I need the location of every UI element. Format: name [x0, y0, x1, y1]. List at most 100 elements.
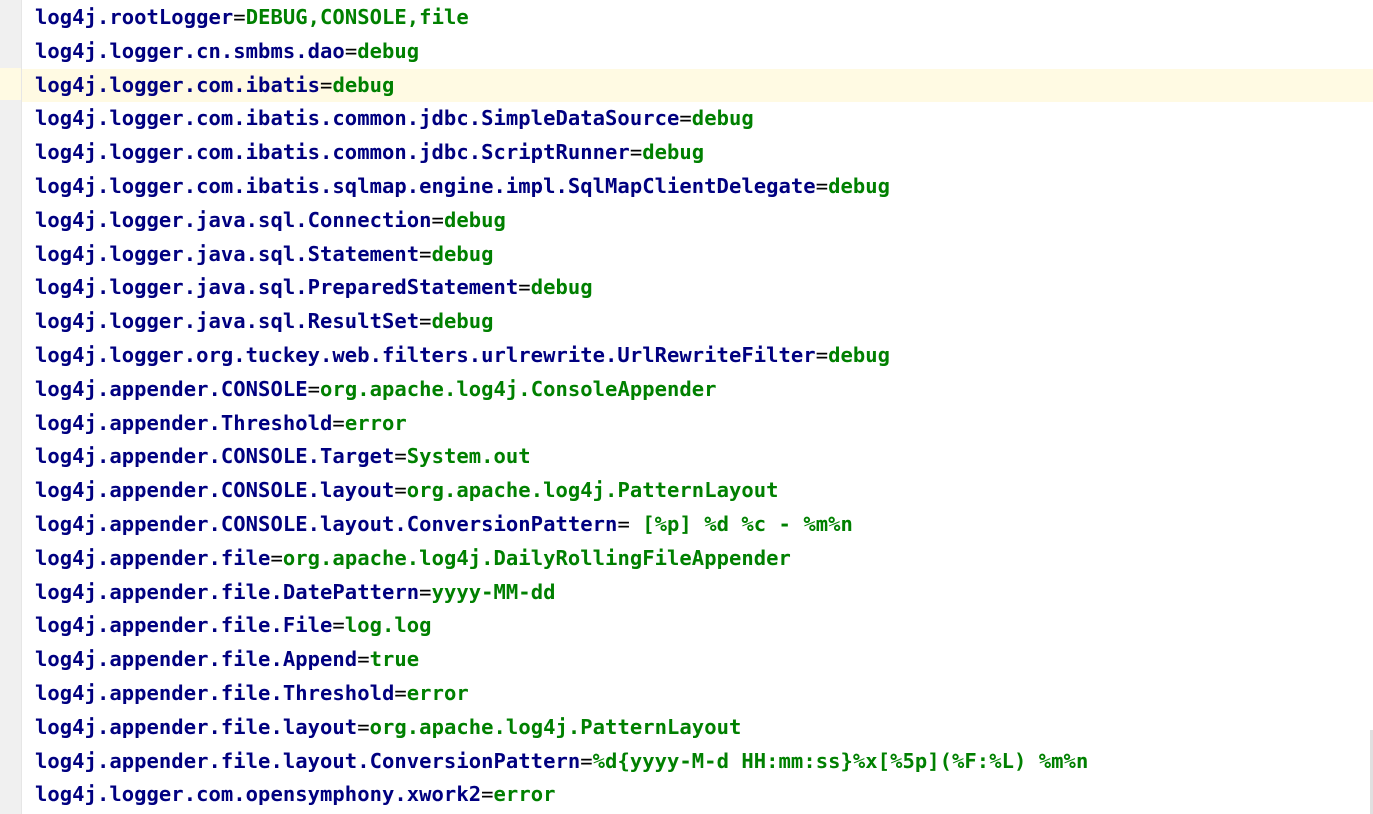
- property-key: log4j.logger.cn.smbms.dao: [35, 38, 345, 63]
- assignment-operator: =: [320, 72, 333, 97]
- assignment-operator: =: [419, 241, 432, 266]
- assignment-operator: =: [815, 173, 829, 198]
- assignment-operator: =: [344, 38, 358, 63]
- assignment-operator: =: [332, 410, 345, 435]
- property-value: debug: [431, 309, 494, 334]
- code-line[interactable]: log4j.logger.com.opensymphony.xwork2=err…: [22, 778, 1373, 812]
- code-line[interactable]: log4j.logger.com.ibatis.common.jdbc.Scri…: [22, 136, 1373, 170]
- code-line[interactable]: log4j.logger.cn.smbms.dao=debug: [22, 35, 1373, 69]
- code-line[interactable]: log4j.appender.file.Append=true: [22, 643, 1373, 677]
- property-value: [%p] %d %c - %m%n: [629, 511, 853, 536]
- assignment-operator: =: [233, 5, 246, 29]
- code-line[interactable]: log4j.rootLogger=DEBUG,CONSOLE,file: [22, 1, 1373, 35]
- code-line[interactable]: log4j.appender.CONSOLE.Target=System.out: [22, 440, 1373, 474]
- property-key: log4j.appender.file.layout.ConversionPat…: [35, 748, 581, 773]
- property-value: org.apache.log4j.DailyRollingFileAppende…: [282, 545, 791, 570]
- assignment-operator: =: [679, 106, 692, 131]
- property-value: debug: [828, 173, 891, 198]
- code-area[interactable]: log4j.rootLogger=DEBUG,CONSOLE,file log4j…: [22, 1, 1373, 812]
- code-line[interactable]: log4j.appender.CONSOLE.layout=org.apache…: [22, 474, 1373, 508]
- code-line[interactable]: log4j.appender.Threshold=error: [22, 407, 1373, 441]
- code-line[interactable]: log4j.appender.file.File=log.log: [22, 609, 1373, 643]
- assignment-operator: =: [357, 714, 370, 739]
- property-key: log4j.logger.org.tuckey.web.filters.urlr…: [35, 342, 816, 367]
- code-editor[interactable]: log4j.rootLogger=DEBUG,CONSOLE,file log4j…: [0, 0, 1373, 814]
- property-value: yyyy-MM-dd: [431, 579, 556, 604]
- property-value: System.out: [406, 444, 531, 469]
- assignment-operator: =: [394, 680, 407, 705]
- property-key: log4j.appender.CONSOLE.Target: [35, 444, 395, 469]
- property-value: debug: [530, 275, 593, 300]
- property-key: log4j.appender.file.layout: [35, 714, 358, 739]
- property-value: org.apache.log4j.PatternLayout: [369, 714, 742, 739]
- property-key: log4j.appender.CONSOLE: [35, 376, 308, 401]
- property-key: log4j.appender.CONSOLE.layout: [35, 478, 395, 503]
- property-value: org.apache.log4j.ConsoleAppender: [320, 376, 717, 401]
- assignment-operator: =: [332, 613, 345, 638]
- code-line[interactable]: log4j.logger.org.tuckey.web.filters.urlr…: [22, 339, 1373, 373]
- editor-gutter[interactable]: [0, 0, 22, 814]
- property-value: log.log: [344, 613, 432, 638]
- property-key: log4j.appender.file.File: [35, 613, 333, 638]
- property-value: error: [406, 680, 469, 705]
- property-key: log4j.logger.com.ibatis.common.jdbc.Scri…: [35, 140, 630, 165]
- assignment-operator: =: [431, 207, 444, 232]
- property-key: log4j.logger.com.ibatis.common.jdbc.Simp…: [35, 106, 680, 131]
- property-key: log4j.appender.file.Append: [35, 647, 358, 672]
- assignment-operator: =: [815, 342, 829, 367]
- code-line[interactable]: log4j.logger.com.ibatis=debug: [22, 68, 1373, 103]
- assignment-operator: =: [481, 782, 494, 807]
- code-line[interactable]: log4j.appender.file.layout.ConversionPat…: [22, 745, 1373, 779]
- code-line[interactable]: log4j.appender.CONSOLE=org.apache.log4j.…: [22, 373, 1373, 407]
- code-line[interactable]: log4j.logger.com.ibatis.sqlmap.engine.im…: [22, 170, 1373, 204]
- assignment-operator: =: [518, 275, 531, 300]
- property-key: log4j.logger.java.sql.Connection: [35, 207, 432, 232]
- property-value: org.apache.log4j.PatternLayout: [406, 478, 779, 503]
- property-value: true: [369, 647, 420, 672]
- assignment-operator: =: [617, 511, 630, 536]
- property-value: debug: [642, 140, 705, 165]
- property-key: log4j.appender.file.DatePattern: [35, 579, 420, 604]
- property-value: debug: [828, 342, 891, 367]
- property-key: log4j.logger.java.sql.Statement: [35, 241, 420, 266]
- property-key: log4j.logger.com.ibatis.sqlmap.engine.im…: [35, 173, 816, 198]
- property-key: log4j.logger.java.sql.PreparedStatement: [35, 275, 519, 300]
- property-value: debug: [332, 72, 395, 97]
- code-line[interactable]: log4j.logger.com.ibatis.common.jdbc.Simp…: [22, 102, 1373, 136]
- gutter-current-line-marker: [0, 68, 21, 100]
- property-value: debug: [357, 38, 420, 63]
- property-value: error: [493, 782, 556, 807]
- assignment-operator: =: [307, 376, 321, 401]
- property-key: log4j.appender.Threshold: [35, 410, 333, 435]
- property-key: log4j.rootLogger: [35, 5, 234, 29]
- property-key: log4j.logger.com.opensymphony.xwork2: [35, 782, 482, 807]
- assignment-operator: =: [357, 647, 370, 672]
- code-line[interactable]: log4j.logger.java.sql.PreparedStatement=…: [22, 271, 1373, 305]
- property-key: log4j.logger.java.sql.ResultSet: [35, 309, 420, 334]
- property-key: log4j.appender.CONSOLE.layout.Conversion…: [35, 511, 618, 536]
- assignment-operator: =: [419, 579, 432, 604]
- property-key: log4j.appender.file: [35, 545, 271, 570]
- assignment-operator: =: [270, 545, 283, 570]
- property-key: log4j.logger.com.ibatis: [35, 72, 321, 97]
- property-value: debug: [431, 241, 494, 266]
- property-value: DEBUG,CONSOLE,file: [245, 5, 469, 29]
- code-line[interactable]: log4j.appender.CONSOLE.layout.Conversion…: [22, 508, 1373, 542]
- code-line[interactable]: log4j.logger.java.sql.Connection=debug: [22, 204, 1373, 238]
- property-value: debug: [691, 106, 754, 131]
- code-line[interactable]: log4j.appender.file=org.apache.log4j.Dai…: [22, 542, 1373, 576]
- property-value: debug: [443, 207, 506, 232]
- assignment-operator: =: [629, 140, 643, 165]
- assignment-operator: =: [580, 748, 593, 773]
- code-line[interactable]: log4j.logger.java.sql.Statement=debug: [22, 238, 1373, 272]
- property-value: %d{yyyy-M-d HH:mm:ss}%x[%5p](%F:%L) %m%n: [592, 748, 1089, 773]
- code-line[interactable]: log4j.appender.file.DatePattern=yyyy-MM-…: [22, 576, 1373, 610]
- code-line[interactable]: log4j.appender.file.Threshold=error: [22, 677, 1373, 711]
- code-line[interactable]: log4j.logger.java.sql.ResultSet=debug: [22, 305, 1373, 339]
- assignment-operator: =: [419, 309, 432, 334]
- assignment-operator: =: [394, 444, 407, 469]
- property-key: log4j.appender.file.Threshold: [35, 680, 395, 705]
- property-value: error: [344, 410, 407, 435]
- assignment-operator: =: [394, 478, 407, 503]
- code-line[interactable]: log4j.appender.file.layout=org.apache.lo…: [22, 711, 1373, 745]
